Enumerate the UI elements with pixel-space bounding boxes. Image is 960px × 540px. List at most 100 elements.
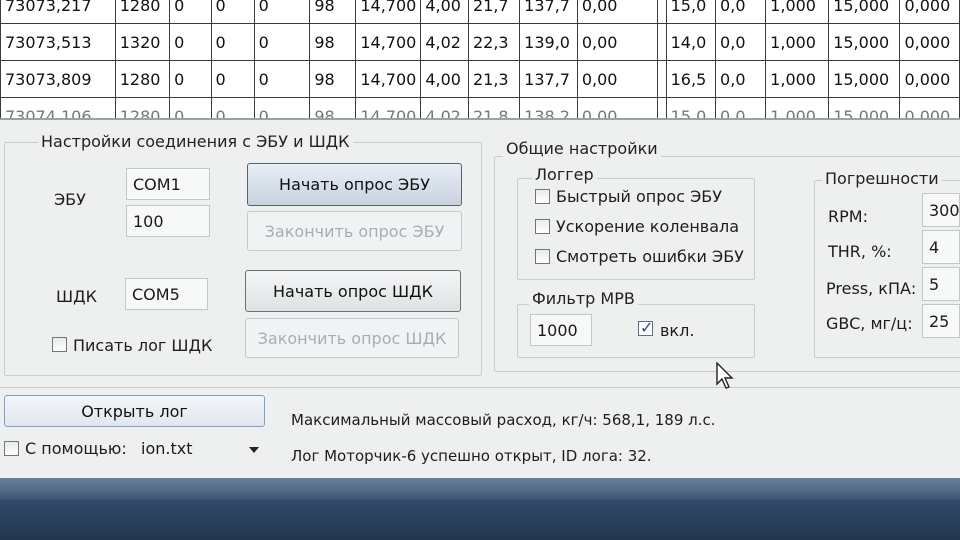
table-cell[interactable]: 14,0 [665, 23, 717, 61]
table-row[interactable]: 73074,106 1280 0 0 0 98 14,700 4,02 21,8 138,2 0,0… [0, 97, 960, 118]
table-cell[interactable]: 14,700 [355, 97, 422, 118]
table-cell[interactable]: 0 [169, 97, 212, 118]
table-row[interactable]: 73073,513 1320 0 0 0 98 14,700 4,02 22,3 139,0 0,0… [0, 23, 960, 61]
table-row[interactable]: 73073,809 1280 0 0 0 98 14,700 4,00 21,3 137,7 0,0… [0, 60, 960, 98]
table-cell[interactable]: 73074,106 [0, 97, 116, 118]
table-cell[interactable]: 0 [253, 23, 311, 61]
crank-accel-checkbox[interactable] [535, 219, 550, 234]
table-cell[interactable]: 0,000 [899, 0, 960, 24]
table-cell[interactable]: 73073,809 [0, 60, 116, 98]
table-cell[interactable]: 1280 [114, 60, 171, 98]
table-cell[interactable] [656, 60, 667, 98]
table-cell[interactable] [656, 23, 667, 61]
table-cell[interactable]: 0 [169, 0, 212, 24]
table-cell[interactable]: 0 [253, 0, 311, 24]
start-wbo-poll-button[interactable]: Начать опрос ШДК [245, 270, 461, 312]
data-table: 73073,217 1280 0 0 0 98 14,700 4,00 21,7 137,7 0,0… [0, 0, 960, 118]
fast-ecu-poll-checkbox[interactable] [535, 189, 550, 204]
table-cell[interactable]: 4,00 [420, 60, 469, 98]
table-cell[interactable]: 73073,217 [0, 0, 116, 24]
wbo-port-field[interactable]: COM5 [125, 278, 208, 310]
table-cell[interactable]: 1280 [114, 97, 171, 118]
ecu-interval-field[interactable]: 100 [126, 205, 210, 237]
table-cell[interactable] [656, 97, 667, 118]
gbc-tolerance-field[interactable]: 25 [922, 304, 960, 338]
table-cell[interactable]: 0 [169, 23, 212, 61]
table-cell[interactable]: 0,00 [576, 23, 658, 61]
open-log-button[interactable]: Открыть лог [4, 395, 265, 427]
table-cell[interactable]: 0 [210, 97, 255, 118]
table-cell[interactable]: 0 [253, 60, 311, 98]
table-cell[interactable]: 14,700 [355, 0, 422, 24]
table-cell[interactable]: 1,000 [765, 60, 830, 98]
table-cell[interactable]: 0,000 [899, 23, 960, 61]
table-cell[interactable]: 0 [210, 60, 255, 98]
stop-ecu-poll-button[interactable]: Закончить опрос ЭБУ [247, 211, 462, 251]
table-cell[interactable]: 139,0 [519, 23, 578, 61]
table-cell[interactable]: 21,7 [467, 0, 521, 24]
table-cell[interactable]: 0 [253, 97, 311, 118]
table-cell[interactable]: 21,8 [467, 97, 521, 118]
table-cell[interactable]: 1,000 [765, 23, 830, 61]
table-cell[interactable]: 1,000 [765, 0, 830, 24]
table-cell[interactable]: 73073,513 [0, 23, 116, 61]
table-cell[interactable]: 15,0 [665, 97, 717, 118]
table-cell[interactable]: 0 [169, 60, 212, 98]
table-cell[interactable]: 15,000 [828, 60, 901, 98]
table-cell[interactable]: 1320 [114, 23, 171, 61]
mpv-filter-field[interactable]: 1000 [530, 314, 592, 346]
press-tolerance-field[interactable]: 5 [922, 267, 960, 301]
table-cell[interactable]: 0,00 [576, 97, 658, 118]
table-cell[interactable]: 4,00 [420, 0, 469, 24]
write-wbo-log-checkbox[interactable] [52, 337, 67, 352]
open-with-checkbox[interactable] [4, 441, 19, 456]
thr-tolerance-field[interactable]: 4 [922, 230, 960, 264]
table-cell[interactable]: 98 [309, 23, 357, 61]
table-cell[interactable]: 98 [309, 97, 357, 118]
table-cell[interactable]: 0,00 [576, 60, 658, 98]
table-cell[interactable]: 15,000 [828, 23, 901, 61]
table-cell[interactable]: 138,2 [519, 97, 578, 118]
table-cell[interactable]: 0,000 [899, 97, 960, 118]
table-cell[interactable]: 0,000 [899, 60, 960, 98]
open-with-label: С помощью: [25, 439, 127, 458]
rpm-tolerance-field[interactable]: 300 [922, 193, 960, 227]
ecu-port-field[interactable]: COM1 [126, 168, 210, 200]
table-cell[interactable]: 15,000 [828, 0, 901, 24]
start-ecu-poll-button[interactable]: Начать опрос ЭБУ [247, 163, 462, 206]
mpv-filter-enabled-checkbox[interactable]: ✓ [638, 318, 653, 337]
table-cell[interactable]: 0,0 [715, 60, 767, 98]
table-cell[interactable]: 0 [210, 23, 255, 61]
stop-wbo-poll-button[interactable]: Закончить опрос ШДК [245, 318, 459, 358]
show-ecu-errors-checkbox[interactable] [535, 249, 550, 264]
app-window: 73073,217 1280 0 0 0 98 14,700 4,00 21,7 137,7 0,0… [0, 0, 960, 540]
table-cell[interactable]: 137,7 [519, 0, 578, 24]
table-cell[interactable]: 0 [210, 0, 255, 24]
table-cell[interactable]: 1280 [114, 0, 171, 24]
table-cell[interactable]: 0,0 [715, 97, 767, 118]
table-cell[interactable]: 14,700 [355, 60, 422, 98]
table-cell[interactable]: 0,00 [576, 0, 658, 24]
table-cell[interactable]: 22,3 [467, 23, 521, 61]
table-cell[interactable]: 16,5 [665, 60, 717, 98]
press-label: Press, кПА: [826, 279, 917, 298]
table-cell[interactable]: 15,0 [665, 0, 717, 24]
data-grid[interactable]: 73073,217 1280 0 0 0 98 14,700 4,00 21,7 137,7 0,0… [0, 0, 960, 120]
table-cell[interactable]: 4,02 [420, 97, 469, 118]
table-cell[interactable]: 14,700 [355, 23, 422, 61]
general-settings-legend: Общие настройки [503, 139, 661, 158]
table-cell[interactable]: 4,02 [420, 23, 469, 61]
open-with-combo[interactable]: ion.txt [134, 434, 264, 462]
table-cell[interactable]: 21,3 [467, 60, 521, 98]
table-cell[interactable]: 1,000 [765, 97, 830, 118]
table-cell[interactable]: 137,7 [519, 60, 578, 98]
table-cell[interactable]: 0,0 [715, 23, 767, 61]
table-row[interactable]: 73073,217 1280 0 0 0 98 14,700 4,00 21,7 137,7 0,0… [0, 0, 960, 24]
chevron-down-icon[interactable] [249, 447, 259, 453]
table-cell[interactable]: 15,000 [828, 97, 901, 118]
table-cell[interactable] [656, 0, 667, 24]
table-cell[interactable]: 98 [309, 60, 357, 98]
table-cell[interactable]: 0,0 [715, 0, 767, 24]
connection-settings-legend: Настройки соединения с ЭБУ и ШДК [38, 132, 353, 151]
table-cell[interactable]: 98 [309, 0, 357, 24]
